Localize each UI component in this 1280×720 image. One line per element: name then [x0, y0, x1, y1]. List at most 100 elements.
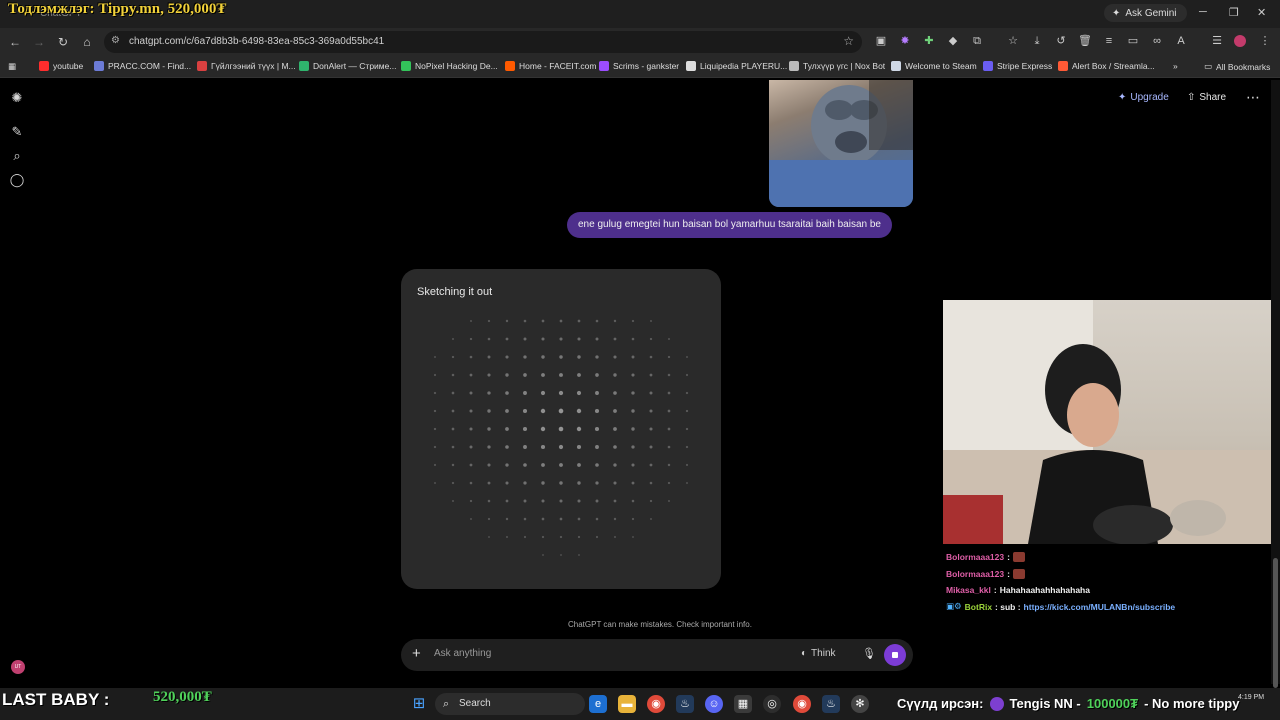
discord-icon[interactable]: ☺ [705, 695, 723, 713]
cast-icon[interactable]: ▭ [1126, 34, 1140, 48]
bookmark-item[interactable]: Scrims - gankster [599, 61, 679, 71]
plus-icon[interactable]: + [412, 645, 421, 662]
chat-username[interactable]: BotRix [965, 602, 992, 612]
reload-icon[interactable]: ↻ [54, 33, 72, 51]
bookmark-item[interactable]: Stripe Express [983, 61, 1052, 71]
dog-photo [769, 80, 913, 207]
maximize-icon[interactable]: ❐ [1229, 6, 1239, 19]
sidebar-icon[interactable]: ☰ [1210, 34, 1224, 48]
loader-dot [613, 463, 617, 467]
search-icon[interactable]: ⌕ [9, 148, 25, 164]
obs-icon[interactable]: ◎ [763, 695, 781, 713]
ask-gemini-button[interactable]: ✦ Ask Gemini [1104, 4, 1187, 22]
loader-dot [631, 517, 635, 521]
share-button[interactable]: ⇧ Share [1187, 92, 1226, 103]
loader-dot [433, 373, 437, 377]
back-arrow-icon[interactable]: ← [6, 33, 24, 51]
loader-dot [649, 481, 653, 485]
loader-dot [541, 535, 545, 539]
stop-generation-button[interactable] [884, 644, 906, 666]
extension-icon[interactable]: ◆ [946, 34, 960, 48]
download-icon[interactable]: ⤓ [1030, 34, 1044, 48]
page-scrollbar[interactable] [1271, 80, 1280, 688]
translate-icon[interactable]: A [1174, 34, 1188, 48]
extensions-puzzle-icon[interactable]: ⧉ [970, 34, 984, 48]
loader-dot [649, 409, 653, 413]
link-icon[interactable]: ∞ [1150, 34, 1164, 48]
bookmark-item[interactable]: Home - FACEIT.com [505, 61, 596, 71]
edge-icon[interactable]: e [589, 695, 607, 713]
menu-dots-icon[interactable]: ⋮ [1258, 34, 1272, 48]
chrome-icon[interactable]: ◉ [793, 695, 811, 713]
home-icon[interactable]: ⌂ [78, 33, 96, 51]
noxbot-icon [789, 61, 799, 71]
windows-start-icon[interactable]: ⊞ [410, 695, 428, 713]
uploaded-dog-image[interactable] [769, 80, 913, 207]
app-icon[interactable]: ✻ [851, 695, 869, 713]
openai-logo-icon[interactable]: ✺ [9, 90, 25, 106]
loader-dot [541, 481, 545, 485]
loader-dot [541, 517, 545, 521]
extension-icon[interactable]: ✸ [898, 34, 912, 48]
minimize-icon[interactable]: ─ [1199, 6, 1207, 18]
address-bar[interactable]: ⚙ chatgpt.com/c/6a7d8b3b-6498-83ea-85c3-… [104, 31, 862, 53]
bookmark-item[interactable]: PRACC.COM - Find... [94, 61, 191, 71]
bookmark-item[interactable]: Liquipedia PLAYERU... [686, 61, 787, 71]
chrome-icon[interactable]: ◉ [647, 695, 665, 713]
microphone-icon[interactable]: 🎙 [862, 647, 876, 660]
file-explorer-icon[interactable]: ▬ [618, 695, 636, 713]
bookmark-item[interactable]: DonAlert — Стриме... [299, 61, 396, 71]
loader-dot [631, 481, 635, 485]
bookmark-star-icon[interactable]: ☆ [843, 34, 854, 48]
loader-dot [631, 445, 635, 449]
loader-dot [685, 445, 689, 449]
bookmark-item[interactable]: Alert Box / Streamla... [1058, 61, 1155, 71]
calculator-icon[interactable]: ▦ [734, 695, 752, 713]
extension-icon[interactable]: ▣ [874, 34, 888, 48]
chat-bubble-icon[interactable]: ◯ [9, 172, 25, 188]
loader-dot [487, 391, 491, 395]
scrollbar-thumb[interactable] [1273, 558, 1278, 688]
bookmark-item[interactable]: Гүйлгээний түүх | M... [197, 61, 296, 71]
loader-dot [451, 409, 455, 413]
bookmarks-star-icon[interactable]: ☆ [1006, 34, 1020, 48]
delete-icon[interactable]: 🗑 [1078, 34, 1092, 48]
bookmarks-overflow-icon[interactable]: » [1173, 61, 1178, 71]
new-chat-icon[interactable]: ✎ [9, 124, 25, 140]
bookmark-item[interactable]: Welcome to Steam [891, 61, 977, 71]
chat-username[interactable]: Bolormaaa123 [946, 552, 1004, 562]
profile-avatar[interactable] [1234, 35, 1246, 47]
bookmark-item[interactable]: Тулхүүр үгс | Nox Bot [789, 61, 885, 71]
think-button[interactable]: ◐ Think [801, 648, 836, 659]
steam-icon[interactable]: ♨ [822, 695, 840, 713]
bookmark-item[interactable]: NoPixel Hacking De... [401, 61, 498, 71]
more-options-icon[interactable]: ⋯ [1246, 89, 1260, 106]
apps-grid-icon[interactable]: ▦ [8, 61, 16, 72]
chat-link[interactable]: https://kick.com/MULANBn/subscribe [1024, 602, 1176, 612]
sparkle-icon: ✦ [1118, 92, 1127, 103]
upgrade-button[interactable]: ✦ Upgrade [1118, 92, 1169, 103]
forward-arrow-icon[interactable]: → [30, 33, 48, 51]
site-info-icon[interactable]: ⚙ [111, 35, 120, 46]
chat-username[interactable]: Bolormaaa123 [946, 569, 1004, 579]
loader-dot [523, 391, 527, 395]
loader-dot [559, 373, 563, 377]
loader-dot [631, 499, 635, 503]
chat-username[interactable]: Mikasa_kkl [946, 585, 991, 595]
loader-dot [433, 355, 437, 359]
taskbar-search[interactable]: ⌕ Search [435, 693, 585, 715]
user-avatar[interactable]: UT [11, 660, 25, 674]
close-icon[interactable]: ✕ [1257, 6, 1266, 19]
chat-text: Hahahaahahhahahaha [999, 585, 1090, 596]
steam-icon[interactable]: ♨ [676, 695, 694, 713]
all-bookmarks-button[interactable]: ▭ All Bookmarks [1204, 61, 1270, 72]
history-icon[interactable]: ↺ [1054, 34, 1068, 48]
loader-dot [469, 373, 473, 377]
extension-icon[interactable]: ✚ [922, 34, 936, 48]
loader-dot [667, 337, 671, 341]
toolbar-icon[interactable]: ≡ [1102, 34, 1116, 48]
loader-dot [523, 535, 527, 539]
bookmark-item[interactable]: youtube [39, 61, 83, 71]
taskbar-clock[interactable]: 4:19 PM [1238, 694, 1264, 701]
prompt-input[interactable] [434, 648, 774, 659]
